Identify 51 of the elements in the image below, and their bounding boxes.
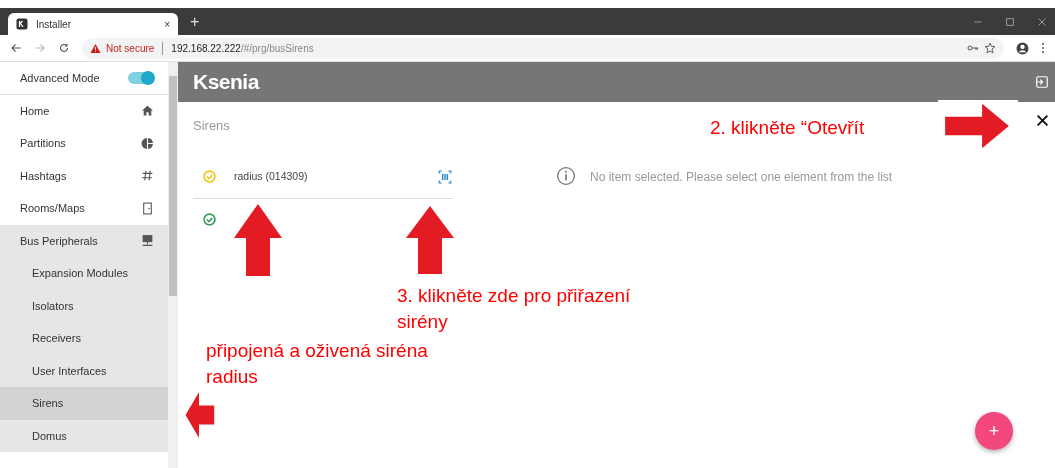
info-icon xyxy=(556,166,576,186)
sidebar-item[interactable]: Hashtags xyxy=(0,159,168,192)
maximize-icon[interactable] xyxy=(1005,16,1015,27)
tab-title: Installer xyxy=(36,17,72,32)
logo-text: Ksenia xyxy=(193,69,259,96)
annotation-note: 3. klikněte zde pro přiřazení sirény xyxy=(397,284,632,334)
sidebar-subitem[interactable]: Receivers xyxy=(0,322,168,355)
browser-tab[interactable]: Installer × xyxy=(8,13,178,35)
device-name: radius (014309) xyxy=(234,168,309,184)
security-status: Not secure xyxy=(106,41,155,56)
sidebar-subitem[interactable]: Expansion Modules xyxy=(0,257,168,290)
sidebar-item[interactable]: Rooms/Maps xyxy=(0,192,168,225)
advanced-mode-toggle[interactable] xyxy=(128,71,154,84)
empty-state-message: No item selected. Please select one element from the list xyxy=(590,169,893,186)
sidebar-subitem[interactable]: Sirens xyxy=(0,387,168,420)
annotation-arrow xyxy=(404,204,456,276)
status-check-icon xyxy=(203,170,216,183)
page-title: Sirens xyxy=(193,117,231,135)
key-icon[interactable] xyxy=(967,42,979,54)
sidebar-item[interactable]: Partitions xyxy=(0,127,168,160)
sidebar-item[interactable]: Home xyxy=(0,94,168,127)
site-icon xyxy=(16,18,28,30)
home-icon xyxy=(141,104,154,118)
url-text: 192.168.22.222/#/prg/busSirens xyxy=(171,41,314,56)
address-bar[interactable]: Not secure 192.168.22.222/#/prg/busSirens xyxy=(82,37,1004,59)
sidebar-item[interactable]: Bus Peripherals xyxy=(0,224,168,257)
hash-icon xyxy=(141,169,154,183)
monitor-icon xyxy=(141,234,154,248)
new-tab-button[interactable]: + xyxy=(186,9,204,34)
sidebar-label: Advanced Mode xyxy=(20,70,100,86)
back-arrow-icon[interactable] xyxy=(10,42,22,54)
warning-icon xyxy=(90,42,101,54)
pie-chart-icon xyxy=(141,136,154,150)
sidebar-subitem[interactable]: User Interfaces xyxy=(0,354,168,387)
annotation-note: 2. klikněte “Otevřít xyxy=(710,116,865,140)
status-check-icon xyxy=(203,212,216,226)
sidebar-subitem[interactable]: Domus xyxy=(0,419,168,452)
door-icon xyxy=(141,201,154,215)
device-row[interactable]: radius (014309) xyxy=(193,155,453,198)
exit-icon[interactable] xyxy=(1035,75,1049,89)
sidebar-subitem[interactable]: Isolators xyxy=(0,289,168,322)
close-icon[interactable] xyxy=(1037,16,1047,27)
star-icon[interactable] xyxy=(984,42,996,54)
menu-icon[interactable] xyxy=(1041,42,1045,54)
assign-icon[interactable] xyxy=(437,169,453,184)
add-button[interactable]: + xyxy=(975,412,1013,450)
annotation-note: připojená a oživená siréna radius xyxy=(206,339,429,389)
reload-icon[interactable] xyxy=(58,42,70,54)
scrollbar[interactable] xyxy=(168,62,178,468)
account-icon[interactable] xyxy=(1016,41,1029,55)
tab-close-button[interactable]: × xyxy=(164,16,170,32)
